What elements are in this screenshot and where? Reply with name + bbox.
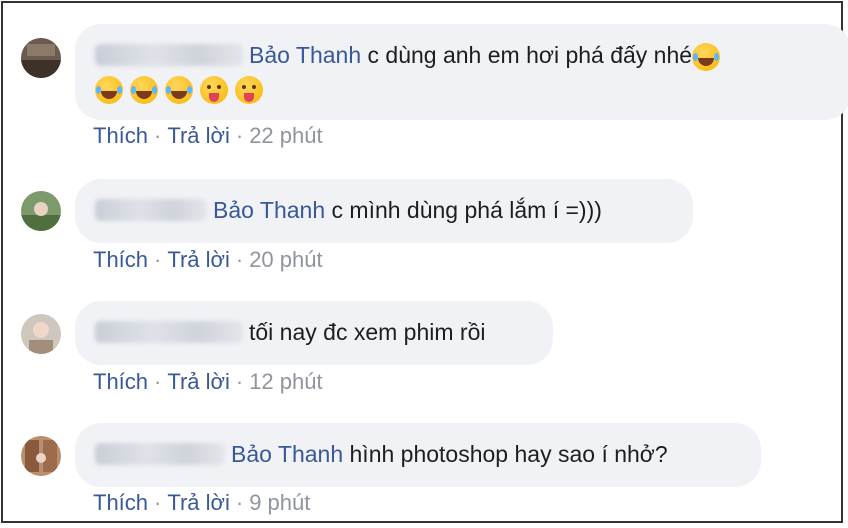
- laugh-cry-emoji-icon: [130, 75, 158, 104]
- tongue-wink-emoji-icon: [200, 75, 228, 104]
- reply-button[interactable]: Trả lời: [167, 490, 230, 515]
- separator: ·: [235, 490, 244, 515]
- avatar[interactable]: [21, 436, 61, 476]
- timestamp[interactable]: 22 phút: [249, 123, 322, 148]
- like-button[interactable]: Thích: [93, 123, 148, 148]
- comment-actions: Thích · Trả lời · 9 phút: [93, 490, 310, 516]
- comment-bubble: Bảo Thanh c dùng anh em hơi phá đấy nhé: [75, 24, 848, 120]
- separator: ·: [154, 490, 162, 515]
- comment-text: c mình dùng phá lắm í =))): [331, 197, 602, 223]
- mention-link[interactable]: Bảo Thanh: [231, 441, 343, 467]
- comments-panel: Bảo Thanh c dùng anh em hơi phá đấy nhé …: [1, 1, 848, 523]
- comment-bubble: Bảo Thanh hình photoshop hay sao í nhở?: [75, 423, 761, 487]
- comment-bubble: tối nay đc xem phim rồi: [75, 301, 553, 365]
- mention-link[interactable]: Bảo Thanh: [213, 197, 325, 223]
- author-name-blurred[interactable]: [95, 199, 207, 221]
- avatar[interactable]: [21, 38, 61, 78]
- emoji-row: [95, 73, 829, 104]
- mention-link[interactable]: Bảo Thanh: [249, 42, 361, 68]
- reply-button[interactable]: Trả lời: [167, 123, 230, 148]
- comment-text: c dùng anh em hơi phá đấy nhé: [367, 42, 693, 68]
- reply-button[interactable]: Trả lời: [167, 247, 230, 272]
- comment-bubble: Bảo Thanh c mình dùng phá lắm í =))): [75, 179, 693, 243]
- laugh-cry-emoji-icon: [692, 42, 721, 71]
- separator: ·: [235, 247, 244, 272]
- separator: ·: [154, 123, 162, 148]
- separator: ·: [154, 247, 162, 272]
- like-button[interactable]: Thích: [93, 369, 148, 394]
- timestamp[interactable]: 12 phút: [249, 369, 322, 394]
- like-button[interactable]: Thích: [93, 247, 148, 272]
- reply-button[interactable]: Trả lời: [167, 369, 230, 394]
- laugh-cry-emoji-icon: [95, 75, 123, 104]
- separator: ·: [235, 369, 244, 394]
- author-name-blurred[interactable]: [95, 443, 225, 465]
- separator: ·: [235, 123, 244, 148]
- timestamp[interactable]: 20 phút: [249, 247, 322, 272]
- timestamp[interactable]: 9 phút: [249, 490, 310, 515]
- tongue-wink-emoji-icon: [235, 75, 263, 104]
- comment-actions: Thích · Trả lời · 22 phút: [93, 123, 323, 149]
- avatar[interactable]: [21, 314, 61, 354]
- comment-text: hình photoshop hay sao í nhở?: [349, 441, 668, 467]
- comment-text: tối nay đc xem phim rồi: [249, 319, 486, 345]
- separator: ·: [154, 369, 162, 394]
- comment-actions: Thích · Trả lời · 20 phút: [93, 247, 323, 273]
- comment-actions: Thích · Trả lời · 12 phút: [93, 369, 323, 395]
- avatar[interactable]: [21, 191, 61, 231]
- laugh-cry-emoji-icon: [165, 75, 193, 104]
- like-button[interactable]: Thích: [93, 490, 148, 515]
- author-name-blurred[interactable]: [95, 321, 243, 343]
- author-name-blurred[interactable]: [95, 44, 243, 66]
